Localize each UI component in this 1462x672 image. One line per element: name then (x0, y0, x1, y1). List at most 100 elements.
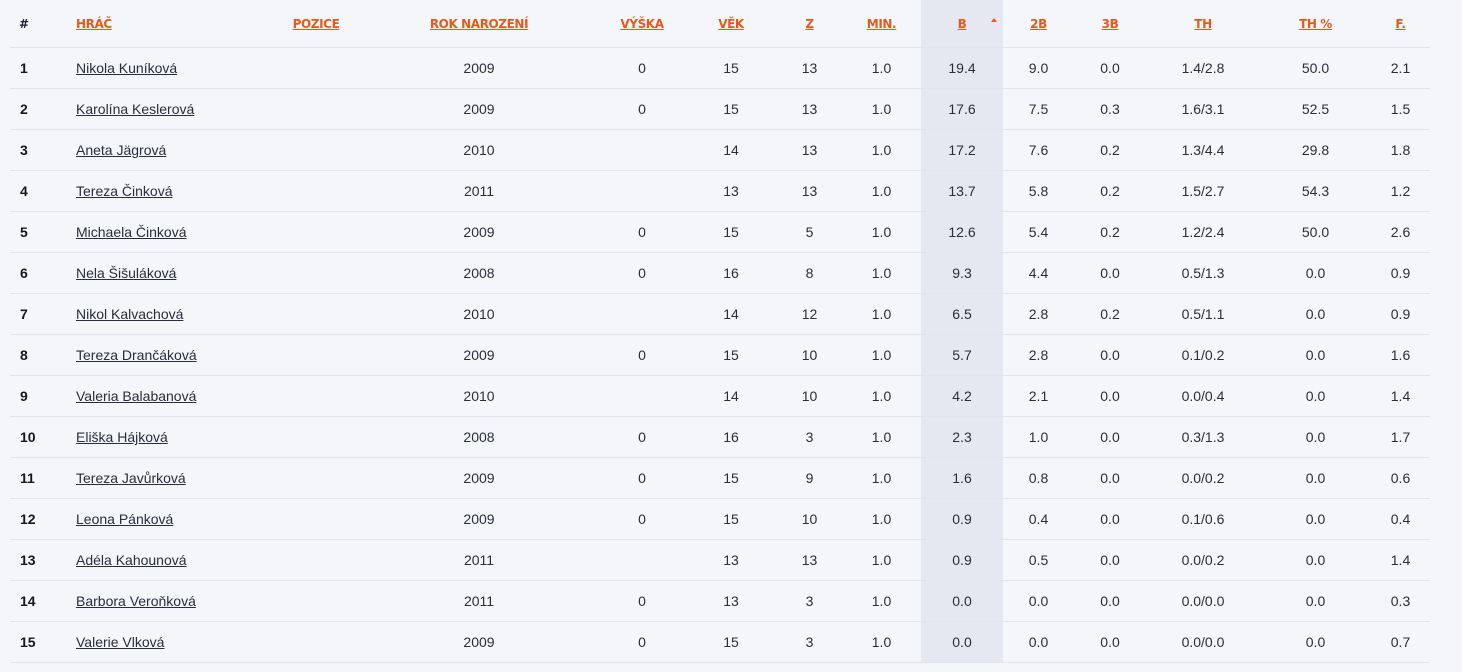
free-throw-pct-cell: 50.0 (1260, 211, 1371, 253)
points-cell: 12.6 (921, 211, 1003, 253)
position-cell (273, 47, 359, 89)
player-link[interactable]: Tereza Javůrková (76, 470, 186, 486)
two-pointers-cell: 0.4 (1003, 498, 1074, 540)
age-cell: 14 (685, 293, 777, 335)
points-cell: 1.6 (921, 457, 1003, 499)
two-pointers-cell: 0.5 (1003, 539, 1074, 581)
header-height[interactable]: VÝŠKA (599, 0, 685, 48)
header-three-pointers[interactable]: 3B (1074, 0, 1146, 48)
minutes-cell: 1.0 (842, 457, 921, 499)
header-points[interactable]: B (921, 0, 1003, 48)
games-cell: 13 (777, 539, 842, 581)
free-throw-pct-cell: 52.5 (1260, 88, 1371, 130)
points-cell: 6.5 (921, 293, 1003, 335)
free-throw-pct-cell: 0.0 (1260, 293, 1371, 335)
sort-up-icon (991, 18, 997, 22)
rank-cell: 8 (10, 334, 73, 376)
minutes-cell: 1.0 (842, 580, 921, 622)
free-throw-pct-cell: 0.0 (1260, 252, 1371, 294)
header-fouls[interactable]: F. (1371, 0, 1430, 48)
free-throws-cell: 1.2/2.4 (1146, 211, 1260, 253)
two-pointers-cell: 2.8 (1003, 334, 1074, 376)
player-link[interactable]: Aneta Jägrová (76, 142, 166, 158)
minutes-cell: 1.0 (842, 47, 921, 89)
two-pointers-cell: 1.0 (1003, 416, 1074, 458)
table-row: 7 Nikol Kalvachová 2010 14 12 1.0 6.5 2.8 0.2 0.5… (10, 293, 1430, 335)
games-cell: 13 (777, 170, 842, 212)
free-throws-cell: 0.0/0.2 (1146, 457, 1260, 499)
header-birth-year[interactable]: ROK NAROZENÍ (359, 0, 599, 48)
header-position[interactable]: POZICE (273, 0, 359, 48)
rank-cell: 11 (10, 457, 73, 499)
table-row: 14 Barbora Veroňková 2011 0 13 3 1.0 0.0 0.0 0.0 0… (10, 580, 1430, 622)
birth-year-cell: 2011 (359, 539, 599, 581)
player-link[interactable]: Adéla Kahounová (76, 552, 187, 568)
points-cell: 17.2 (921, 129, 1003, 171)
player-link[interactable]: Leona Pánková (76, 511, 173, 527)
games-cell: 3 (777, 416, 842, 458)
fouls-cell: 1.4 (1371, 539, 1430, 581)
player-cell: Nikola Kuníková (73, 47, 273, 89)
position-cell (273, 375, 359, 417)
fouls-cell: 1.5 (1371, 88, 1430, 130)
two-pointers-cell: 0.8 (1003, 457, 1074, 499)
header-age[interactable]: VĚK (685, 0, 777, 48)
player-link[interactable]: Barbora Veroňková (76, 593, 196, 609)
table-row: 2 Karolína Keslerová 2009 0 15 13 1.0 17.6 7.5 0.… (10, 88, 1430, 130)
free-throw-pct-cell: 29.8 (1260, 129, 1371, 171)
free-throw-pct-cell: 0.0 (1260, 498, 1371, 540)
table-row: 15 Valerie Vlková 2009 0 15 3 1.0 0.0 0.0 0.0 0.0/… (10, 621, 1430, 663)
points-cell: 4.2 (921, 375, 1003, 417)
free-throw-pct-cell: 0.0 (1260, 580, 1371, 622)
points-cell: 0.9 (921, 539, 1003, 581)
position-cell (273, 416, 359, 458)
free-throws-cell: 0.5/1.1 (1146, 293, 1260, 335)
points-cell: 19.4 (921, 47, 1003, 89)
three-pointers-cell: 0.0 (1074, 498, 1146, 540)
player-link[interactable]: Tereza Drančáková (76, 347, 197, 363)
age-cell: 15 (685, 47, 777, 89)
player-link[interactable]: Eliška Hájková (76, 429, 168, 445)
fouls-cell: 0.4 (1371, 498, 1430, 540)
birth-year-cell: 2011 (359, 580, 599, 622)
header-player[interactable]: HRÁČ (73, 0, 273, 48)
header-minutes[interactable]: MIN. (842, 0, 921, 48)
two-pointers-cell: 2.1 (1003, 375, 1074, 417)
header-free-throw-pct[interactable]: TH % (1260, 0, 1371, 48)
header-games[interactable]: Z (777, 0, 842, 48)
header-two-pointers[interactable]: 2B (1003, 0, 1074, 48)
player-link[interactable]: Nikol Kalvachová (76, 306, 183, 322)
free-throw-pct-cell: 0.0 (1260, 457, 1371, 499)
player-link[interactable]: Nela Šišuláková (76, 265, 176, 281)
player-stats-table: # HRÁČ POZICE ROK NAROZENÍ VÝŠKA VĚK Z M… (10, 0, 1430, 663)
player-link[interactable]: Karolína Keslerová (76, 101, 194, 117)
height-cell: 0 (599, 47, 685, 89)
free-throws-cell: 0.0/0.2 (1146, 539, 1260, 581)
header-free-throws[interactable]: TH (1146, 0, 1260, 48)
age-cell: 15 (685, 88, 777, 130)
age-cell: 15 (685, 621, 777, 663)
birth-year-cell: 2009 (359, 334, 599, 376)
points-cell: 2.3 (921, 416, 1003, 458)
fouls-cell: 2.1 (1371, 47, 1430, 89)
minutes-cell: 1.0 (842, 170, 921, 212)
player-link[interactable]: Valerie Vlková (76, 634, 164, 650)
rank-cell: 3 (10, 129, 73, 171)
free-throws-cell: 0.5/1.3 (1146, 252, 1260, 294)
minutes-cell: 1.0 (842, 334, 921, 376)
free-throws-cell: 0.1/0.2 (1146, 334, 1260, 376)
player-link[interactable]: Nikola Kuníková (76, 60, 177, 76)
player-link[interactable]: Tereza Činková (76, 183, 173, 199)
height-cell: 0 (599, 334, 685, 376)
rank-cell: 12 (10, 498, 73, 540)
points-cell: 17.6 (921, 88, 1003, 130)
player-cell: Tereza Drančáková (73, 334, 273, 376)
player-link[interactable]: Michaela Činková (76, 224, 187, 240)
table-row: 6 Nela Šišuláková 2008 0 16 8 1.0 9.3 4.4 0.0 0.5/… (10, 252, 1430, 294)
player-cell: Tereza Javůrková (73, 457, 273, 499)
fouls-cell: 1.2 (1371, 170, 1430, 212)
minutes-cell: 1.0 (842, 211, 921, 253)
player-link[interactable]: Valeria Balabanová (76, 388, 196, 404)
minutes-cell: 1.0 (842, 621, 921, 663)
age-cell: 16 (685, 416, 777, 458)
